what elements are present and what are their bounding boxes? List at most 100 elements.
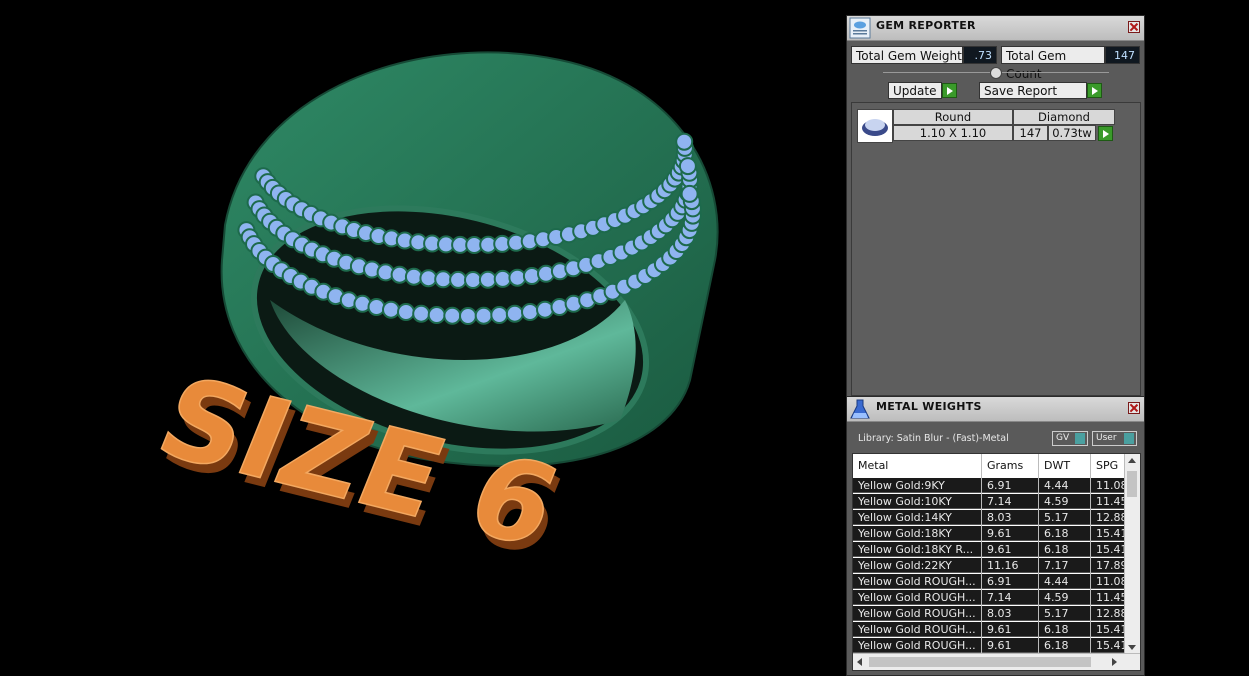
- cell-grams: 7.14: [987, 591, 1012, 604]
- close-icon[interactable]: [1128, 21, 1140, 33]
- table-row[interactable]: Yellow Gold ROUGH... 6.91 4.44 11.08: [853, 574, 1126, 589]
- splitter-handle-icon[interactable]: [990, 67, 1002, 79]
- cell-dwt: 6.18: [1044, 543, 1069, 556]
- cell-metal: Yellow Gold ROUGH...: [858, 607, 976, 620]
- user-info-icon: [1124, 433, 1134, 444]
- cell-metal: Yellow Gold:18KY R...: [858, 543, 974, 556]
- gem-thumbnail-icon[interactable]: [857, 109, 893, 143]
- table-row[interactable]: Yellow Gold:22KY 11.16 7.17 17.89: [853, 558, 1126, 573]
- cell-spg: 15.41: [1096, 639, 1126, 652]
- cell-grams: 8.03: [987, 511, 1012, 524]
- close-icon[interactable]: [1128, 402, 1140, 414]
- scroll-up-icon[interactable]: [1128, 458, 1136, 463]
- cell-dwt: 4.59: [1044, 495, 1069, 508]
- gem: [434, 270, 453, 289]
- gem-reporter-panel: GEM REPORTER Total Gem Weight .73 Total …: [846, 15, 1145, 397]
- table-row[interactable]: Yellow Gold:9KY 6.91 4.44 11.08: [853, 478, 1126, 493]
- cell-spg: 15.41: [1096, 623, 1126, 636]
- cell-spg: 11.08: [1096, 575, 1126, 588]
- cell-grams: 6.91: [987, 479, 1012, 492]
- scroll-h-thumb[interactable]: [869, 657, 1091, 667]
- gem: [419, 269, 438, 288]
- cell-grams: 6.91: [987, 575, 1012, 588]
- cell-grams: 9.61: [987, 639, 1012, 652]
- gem-report-icon: [849, 17, 871, 39]
- update-go-icon[interactable]: [942, 83, 957, 98]
- table-row[interactable]: Yellow Gold:14KY 8.03 5.17 12.88: [853, 510, 1126, 525]
- table-row[interactable]: Yellow Gold ROUGH... 9.61 6.18 15.41: [853, 638, 1126, 653]
- cell-dwt: 7.17: [1044, 559, 1069, 572]
- cell-grams: 7.14: [987, 495, 1012, 508]
- scroll-right-icon[interactable]: [1112, 658, 1117, 666]
- save-report-label: Save Report: [984, 84, 1058, 98]
- cell-spg: 15.41: [1096, 527, 1126, 540]
- gem: [680, 184, 699, 203]
- table-row[interactable]: Yellow Gold:18KY R... 9.61 6.18 15.41: [853, 542, 1126, 557]
- gem-material-header: Diamond: [1013, 109, 1115, 125]
- gem: [493, 269, 512, 288]
- cell-metal: Yellow Gold ROUGH...: [858, 575, 976, 588]
- save-report-button[interactable]: Save Report: [979, 82, 1087, 99]
- vertical-scrollbar[interactable]: [1124, 454, 1140, 654]
- cell-metal: Yellow Gold ROUGH...: [858, 591, 976, 604]
- gv-label: GV: [1056, 433, 1070, 443]
- gem: [404, 267, 423, 286]
- total-gem-count-label: Total Gem Count: [1001, 46, 1105, 81]
- gem: [459, 307, 477, 325]
- gem: [678, 157, 697, 176]
- cell-metal: Yellow Gold ROUGH...: [858, 623, 976, 636]
- table-row[interactable]: Yellow Gold ROUGH... 8.03 5.17 12.88: [853, 606, 1126, 621]
- cell-metal: Yellow Gold:9KY: [858, 479, 945, 492]
- scroll-down-icon[interactable]: [1128, 645, 1136, 650]
- gem-weight-cell: 0.73tw: [1048, 125, 1096, 141]
- cell-metal: Yellow Gold ROUGH...: [858, 639, 976, 652]
- cell-spg: 11.45: [1096, 591, 1126, 604]
- table-row[interactable]: Yellow Gold ROUGH... 9.61 6.18 15.41: [853, 622, 1126, 637]
- gv-toggle[interactable]: GV: [1052, 431, 1088, 446]
- cell-metal: Yellow Gold:10KY: [858, 495, 952, 508]
- col-grams-header[interactable]: Grams: [987, 459, 1023, 472]
- gem: [367, 298, 386, 316]
- save-report-go-icon[interactable]: [1087, 83, 1102, 98]
- cell-spg: 11.08: [1096, 479, 1126, 492]
- cell-metal: Yellow Gold:18KY: [858, 527, 952, 540]
- gem: [474, 306, 493, 325]
- gem: [464, 271, 482, 289]
- gem-shape-header: Round: [893, 109, 1013, 125]
- horizontal-scrollbar[interactable]: [853, 653, 1140, 670]
- col-metal-header[interactable]: Metal: [858, 459, 888, 472]
- cell-dwt: 6.18: [1044, 623, 1069, 636]
- gem: [382, 300, 400, 319]
- gem: [412, 304, 431, 323]
- user-toggle[interactable]: User: [1092, 431, 1137, 446]
- cell-dwt: 6.18: [1044, 527, 1069, 540]
- gem-row-go-icon[interactable]: [1098, 126, 1113, 141]
- gem: [675, 132, 694, 151]
- total-gem-weight-value: .73: [963, 46, 997, 64]
- cell-spg: 12.88: [1096, 607, 1126, 620]
- gem-size-cell: 1.10 X 1.10: [893, 125, 1013, 141]
- metal-weights-title: METAL WEIGHTS: [876, 400, 982, 413]
- col-dwt-header[interactable]: DWT: [1044, 459, 1070, 472]
- table-row[interactable]: Yellow Gold:18KY 9.61 6.18 15.41: [853, 526, 1126, 541]
- cell-spg: 17.89: [1096, 559, 1126, 572]
- update-button[interactable]: Update: [888, 82, 942, 99]
- metal-weights-titlebar[interactable]: METAL WEIGHTS: [847, 397, 1144, 422]
- cell-spg: 12.88: [1096, 511, 1126, 524]
- gem: [536, 300, 554, 319]
- scroll-thumb[interactable]: [1127, 471, 1137, 497]
- table-row[interactable]: Yellow Gold ROUGH... 7.14 4.59 11.45: [853, 590, 1126, 605]
- update-label: Update: [893, 84, 937, 98]
- table-row[interactable]: Yellow Gold:10KY 7.14 4.59 11.45: [853, 494, 1126, 509]
- scroll-left-icon[interactable]: [857, 658, 862, 666]
- gem: [508, 268, 527, 287]
- cell-dwt: 5.17: [1044, 511, 1069, 524]
- gem-reporter-titlebar[interactable]: GEM REPORTER: [847, 16, 1144, 41]
- ring-render: SIZE 6 SIZE 6: [140, 51, 719, 581]
- gem-reporter-title: GEM REPORTER: [876, 19, 976, 32]
- col-spg-header[interactable]: SPG: [1096, 459, 1118, 472]
- gem: [397, 303, 415, 321]
- gv-info-icon: [1075, 433, 1085, 444]
- gem: [521, 303, 539, 321]
- 3d-viewport[interactable]: SIZE 6 SIZE 6: [0, 0, 845, 676]
